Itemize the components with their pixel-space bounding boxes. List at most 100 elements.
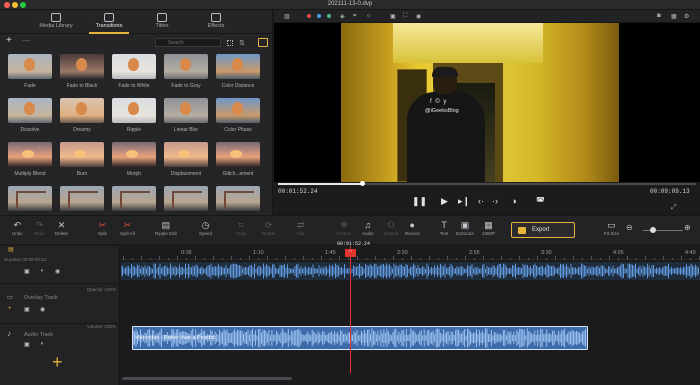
marker-icon[interactable]: ◈ [340, 13, 345, 20]
export-button[interactable]: Export [511, 222, 575, 238]
mute-icon[interactable]: ◖ [40, 341, 44, 347]
snapshot-icon[interactable]: ◚ [536, 196, 545, 207]
transition-item[interactable]: Ripple [112, 98, 156, 133]
add-track-icon[interactable]: ▤ [8, 246, 14, 253]
tab-transitions[interactable]: Transitions [83, 10, 135, 34]
timeline[interactable]: 0:36 1:10 1:45 2:20 2:55 3:30 4:05 4:40 Mercede… [121, 241, 700, 385]
grid-view-icon[interactable] [227, 40, 233, 46]
color-blue-dot[interactable] [317, 14, 321, 18]
ruler-tick [465, 256, 466, 260]
add-media-icon[interactable]: + [52, 353, 63, 371]
transition-item[interactable]: Fade [8, 54, 52, 89]
video-preview[interactable]: f © y @iGeeksBlog [274, 23, 700, 182]
crop-button[interactable]: ⌗ Crop [236, 220, 246, 236]
split-button[interactable]: ✂ Split [98, 220, 107, 236]
lock-icon[interactable]: ▣ [24, 268, 30, 275]
main-track-header: Duration 00:09:09:13 ▣ ◖ ◉ [0, 254, 120, 284]
transition-item[interactable]: Multiply Blend [8, 142, 52, 177]
tab-effects[interactable]: Effects [190, 10, 242, 34]
settings-icon[interactable]: ⚙ [684, 13, 689, 20]
panel-toggle-icon[interactable] [258, 38, 268, 47]
speed-icon: ◷ [201, 220, 210, 230]
zoom-out-icon[interactable]: ⊖ [626, 223, 633, 232]
split-all-button[interactable]: ✂ Split All [120, 220, 135, 236]
transition-item[interactable]: Displacement [164, 142, 208, 177]
rotate-button[interactable]: ⟳ Rotate [262, 220, 275, 236]
zoom-slider[interactable] [643, 230, 683, 231]
transition-item[interactable]: Linear Blur [164, 98, 208, 133]
transition-item[interactable]: Burn [60, 142, 104, 177]
color-green-dot[interactable] [327, 14, 331, 18]
audio-button[interactable]: ♫ Audio [362, 220, 374, 236]
freeze-button[interactable]: ❄ Freeze [337, 220, 351, 236]
tab-media-library[interactable]: Media Library [30, 10, 82, 34]
camera-icon[interactable]: ◙ [657, 13, 661, 19]
play-icon[interactable]: ▶ [441, 196, 448, 207]
speed-button[interactable]: ◷ Speed [199, 220, 212, 236]
main-track-waveform[interactable] [121, 262, 700, 280]
fit-size-button[interactable]: ▭ Fit Size [604, 220, 619, 236]
volume-icon[interactable]: ◗ [512, 196, 517, 206]
1080p-button[interactable]: ▦ 1080P [482, 220, 495, 236]
timeline-scrollbar[interactable] [122, 377, 292, 380]
export-icon [518, 227, 526, 234]
playhead[interactable] [350, 246, 351, 373]
add-icon[interactable]: + [6, 35, 12, 46]
tab-titles[interactable]: Titles [136, 10, 188, 34]
transition-item[interactable] [112, 186, 156, 215]
fullscreen-icon[interactable]: ⛶ [403, 13, 407, 20]
tab-icon [211, 13, 221, 22]
transition-item[interactable]: Color Phase [216, 98, 260, 133]
transition-item[interactable]: Fade to Gray [164, 54, 208, 89]
pause-icon[interactable]: ❚❚ [412, 196, 427, 207]
transition-item[interactable] [60, 186, 104, 215]
eye-icon[interactable]: ◉ [416, 13, 421, 20]
lock-icon[interactable]: ▣ [390, 13, 396, 20]
brightness-icon[interactable]: ☼ [366, 13, 372, 19]
zoom-slider-handle[interactable] [650, 227, 656, 233]
text-button[interactable]: T Text [440, 220, 448, 236]
eye-icon[interactable]: ◉ [55, 268, 60, 275]
search-input[interactable]: Search [155, 38, 221, 47]
zoom-in-icon[interactable]: ⊕ [684, 223, 691, 232]
sort-icon[interactable]: ⇅ [239, 39, 245, 47]
lock-icon[interactable]: ▣ [24, 306, 30, 313]
add-icon[interactable]: + [8, 306, 12, 312]
ruler-tick [285, 256, 286, 260]
undo-button[interactable]: ↶ Undo [12, 220, 23, 236]
lock-icon[interactable]: ▣ [24, 341, 30, 348]
transition-item[interactable] [8, 186, 52, 215]
expand-icon[interactable]: ⤢ [671, 204, 677, 212]
transition-item[interactable]: Fade to White [112, 54, 156, 89]
flip-button[interactable]: ⇄ Flip [297, 220, 305, 236]
transition-label: Multiply Blend [14, 171, 46, 177]
transition-item[interactable] [216, 186, 260, 215]
mute-icon[interactable]: ◖ [40, 268, 44, 274]
remove-icon[interactable]: — [22, 36, 30, 45]
transition-item[interactable]: Dissolve [8, 98, 52, 133]
transition-item[interactable] [164, 186, 208, 215]
audio-clip[interactable]: Mercedes - Better than a Psychic [132, 326, 588, 350]
next-frame-icon[interactable]: ▸❙ [458, 196, 470, 207]
eye-icon[interactable]: ◉ [40, 306, 45, 313]
transition-item[interactable]: Fade to Black [60, 54, 104, 89]
transition-item[interactable]: Dreamy [60, 98, 104, 133]
transition-item[interactable]: Morph [112, 142, 156, 177]
audio-icon: ♫ [364, 220, 372, 230]
next-marker-icon[interactable]: ·› [492, 196, 498, 206]
transition-item[interactable]: Glitch...ement [216, 142, 260, 177]
ruler-tick [429, 256, 430, 260]
ripple-edit-button[interactable]: ▤ Ripple Edit [155, 220, 177, 236]
extractor-button[interactable]: ▣ Extractor [456, 220, 474, 236]
layout-icon[interactable]: ▥ [284, 13, 290, 20]
timeline-ruler[interactable]: 0:36 1:10 1:45 2:20 2:55 3:30 4:05 4:40 [121, 246, 700, 260]
color-red-dot[interactable] [307, 14, 311, 18]
redo-button[interactable]: ↷ Redo [34, 220, 45, 236]
crop-icon[interactable]: ⌗ [353, 13, 356, 20]
record-button[interactable]: ● Record [405, 220, 420, 236]
transition-item[interactable]: Color Distance [216, 54, 260, 89]
delete-button[interactable]: ✕ Delete [55, 220, 68, 236]
previous-marker-icon[interactable]: ‹· [478, 196, 484, 206]
grid-icon[interactable]: ▦ [671, 13, 677, 20]
detach-button[interactable]: ⭘ Detach [384, 220, 398, 236]
